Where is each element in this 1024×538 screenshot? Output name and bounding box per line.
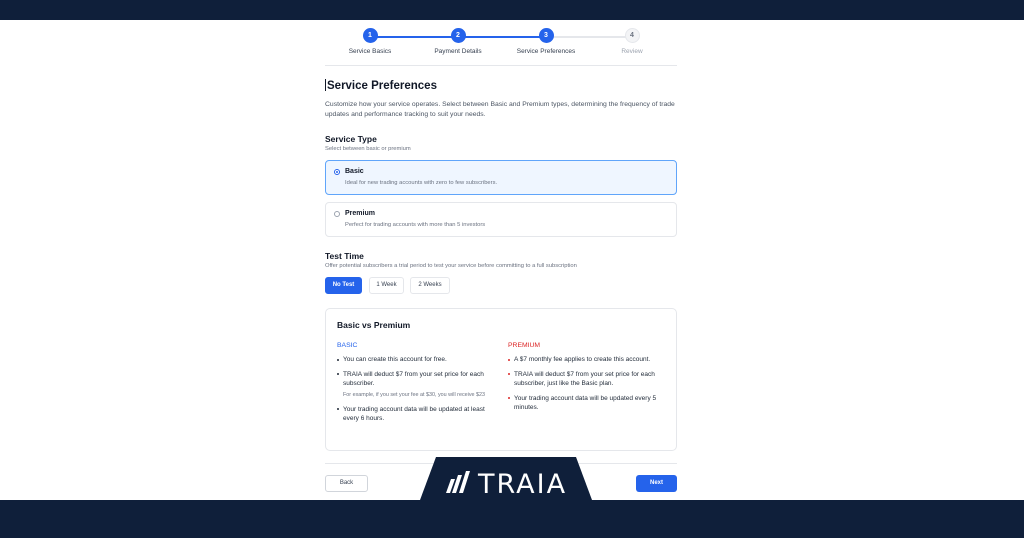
top-banner xyxy=(0,0,1024,20)
option-title: Premium xyxy=(345,210,375,217)
traia-logo-icon xyxy=(446,471,470,493)
basic-bullet-text: TRAIA will deduct $7 from your set price… xyxy=(343,370,484,388)
radio-basic[interactable] xyxy=(334,169,340,175)
basic-bullet: TRAIA will deduct $7 from your set price… xyxy=(337,370,497,399)
step-number: 2 xyxy=(450,28,466,43)
page-title: Service Preferences xyxy=(325,79,437,92)
service-option-premium[interactable]: Premium Perfect for trading accounts wit… xyxy=(325,202,677,237)
header-divider xyxy=(325,65,677,66)
step-payment-details[interactable]: 2 Payment Details xyxy=(413,28,503,55)
comparison-card: Basic vs Premium BASIC You can create th… xyxy=(325,308,677,451)
test-time-subtitle: Offer potential subscribers a trial peri… xyxy=(325,263,577,269)
step-number: 3 xyxy=(538,28,554,43)
step-review[interactable]: 4 Review xyxy=(587,28,677,55)
option-title: Basic xyxy=(345,168,364,175)
bottom-banner xyxy=(0,500,1024,538)
step-service-basics[interactable]: 1 Service Basics xyxy=(325,28,415,55)
back-button[interactable]: Back xyxy=(325,475,368,492)
step-label: Payment Details xyxy=(434,48,482,55)
option-subtitle: Ideal for new trading accounts with zero… xyxy=(345,180,498,186)
comparison-title: Basic vs Premium xyxy=(337,320,411,330)
premium-heading: PREMIUM xyxy=(508,342,541,349)
service-type-title: Service Type xyxy=(325,134,377,144)
step-label: Service Preferences xyxy=(516,48,576,55)
basic-bullet: You can create this account for free. xyxy=(337,355,497,365)
basic-column: BASIC You can create this account for fr… xyxy=(337,342,497,429)
test-time-1-week-button[interactable]: 1 Week xyxy=(369,277,404,294)
test-time-title: Test Time xyxy=(325,251,364,261)
step-service-preferences[interactable]: 3 Service Preferences xyxy=(501,28,591,55)
service-option-basic[interactable]: Basic Ideal for new trading accounts wit… xyxy=(325,160,677,195)
option-subtitle: Perfect for trading accounts with more t… xyxy=(345,222,486,228)
test-time-2-weeks-button[interactable]: 2 Weeks xyxy=(410,277,450,294)
radio-premium[interactable] xyxy=(334,211,340,217)
brand-name: TRAIA xyxy=(478,469,568,500)
basic-example-note: For example, if you set your fee at $30,… xyxy=(343,391,486,398)
premium-bullet: TRAIA will deduct $7 from your set price… xyxy=(508,370,668,389)
step-label: Service Basics xyxy=(348,48,392,55)
test-time-no-test-button[interactable]: No Test xyxy=(325,277,362,294)
premium-bullet: A $7 monthly fee applies to create this … xyxy=(508,355,668,365)
basic-bullet: Your trading account data will be update… xyxy=(337,405,497,424)
page-description: Customize how your service operates. Sel… xyxy=(325,101,675,118)
step-label: Review xyxy=(621,48,643,55)
step-number: 4 xyxy=(624,28,640,43)
premium-bullet: Your trading account data will be update… xyxy=(508,394,668,413)
basic-heading: BASIC xyxy=(337,342,358,349)
step-number: 1 xyxy=(362,28,378,43)
text-cursor xyxy=(325,79,326,91)
page-title-text: Service Preferences xyxy=(327,80,437,92)
wizard-page: 1 Service Basics 2 Payment Details 3 Ser… xyxy=(0,20,1024,500)
progress-stepper: 1 Service Basics 2 Payment Details 3 Ser… xyxy=(325,24,677,64)
service-type-subtitle: Select between basic or premium xyxy=(325,146,411,152)
next-button[interactable]: Next xyxy=(636,475,677,492)
premium-column: PREMIUM A $7 monthly fee applies to crea… xyxy=(508,342,668,418)
